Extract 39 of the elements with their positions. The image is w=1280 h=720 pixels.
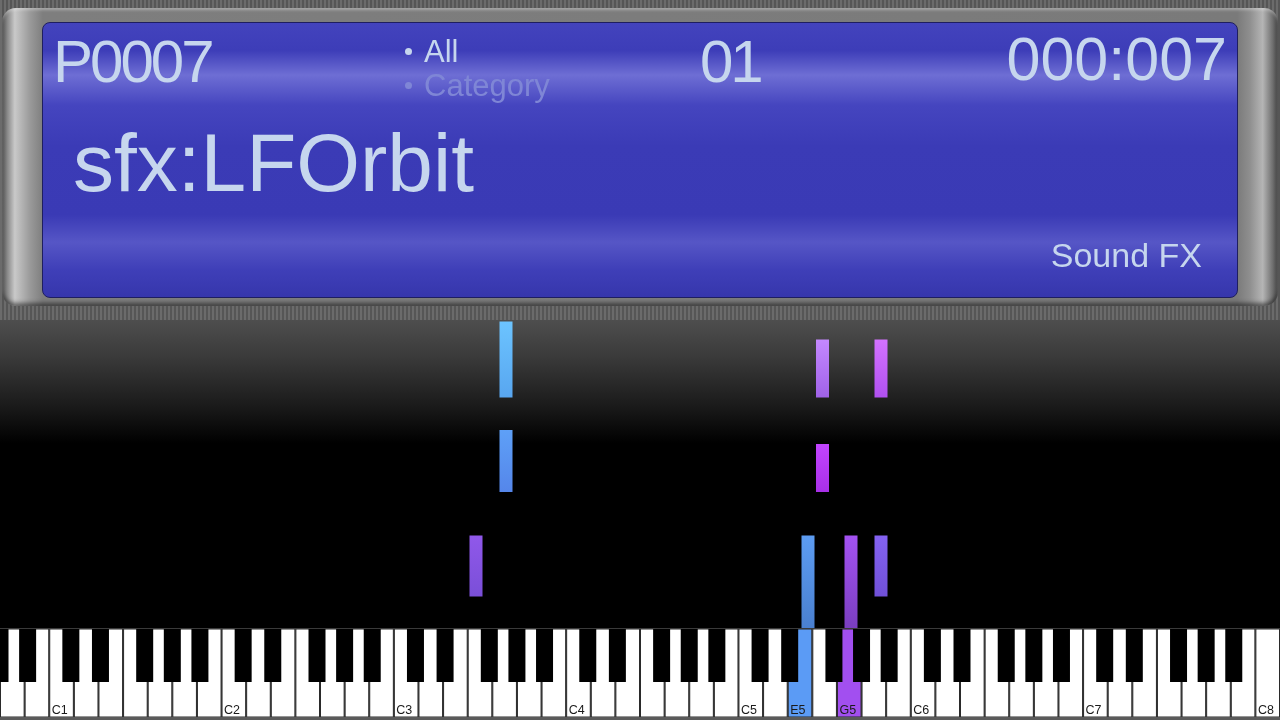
program-number: P0007 xyxy=(53,32,213,92)
key-label: C5 xyxy=(740,703,757,717)
sharp-key[interactable] xyxy=(1170,629,1188,682)
category-label: Sound FX xyxy=(1050,238,1202,272)
sharp-key[interactable] xyxy=(508,629,526,682)
sharp-key[interactable] xyxy=(1225,629,1243,682)
note-bar xyxy=(469,535,483,597)
sharp-key[interactable] xyxy=(853,629,871,682)
sharp-key[interactable] xyxy=(19,629,37,682)
sharp-key[interactable] xyxy=(264,629,282,682)
sharp-key[interactable] xyxy=(62,629,80,682)
sharp-key[interactable] xyxy=(336,629,354,682)
note-bar xyxy=(499,430,513,492)
sharp-key[interactable] xyxy=(708,629,726,682)
sharp-key[interactable] xyxy=(1025,629,1043,682)
piano-key[interactable] xyxy=(1255,629,1280,717)
key-label: E5 xyxy=(790,703,806,717)
sharp-key[interactable] xyxy=(136,629,154,682)
sharp-key[interactable] xyxy=(579,629,597,682)
key-label: C8 xyxy=(1257,703,1274,717)
key-label: C7 xyxy=(1085,703,1102,717)
key-label: G5 xyxy=(839,703,857,717)
filter-option[interactable]: All xyxy=(405,35,700,69)
sharp-key[interactable] xyxy=(536,629,554,682)
note-bar xyxy=(816,444,829,492)
key-label: C4 xyxy=(568,703,585,717)
song-position: 000:007 xyxy=(1006,29,1227,90)
note-bar xyxy=(816,339,829,398)
sharp-key[interactable] xyxy=(1096,629,1114,682)
channel-number: 01 xyxy=(700,32,761,92)
note-bar xyxy=(874,339,888,398)
key-label: C2 xyxy=(224,703,240,717)
note-bar xyxy=(874,535,888,597)
key-label: C6 xyxy=(913,703,930,717)
key-label: C1 xyxy=(51,703,68,717)
sharp-key[interactable] xyxy=(191,629,209,682)
key-label: C3 xyxy=(396,703,413,717)
program-name: sfx:LFOrbit xyxy=(73,122,474,204)
sharp-key[interactable] xyxy=(653,629,671,682)
